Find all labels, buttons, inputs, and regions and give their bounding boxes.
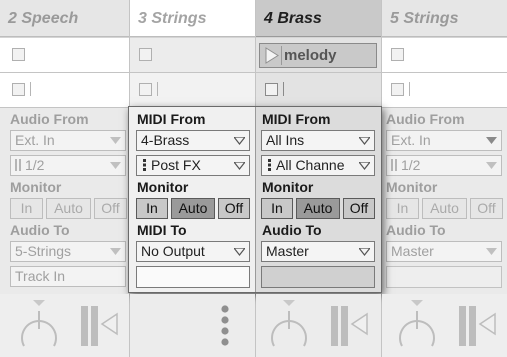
- track-name-4: 4 Brass: [264, 10, 322, 27]
- audio-channel-select[interactable]: 1/2: [386, 155, 502, 176]
- midi-to-channel-select[interactable]: [136, 266, 250, 288]
- audio-to-channel-select[interactable]: [261, 266, 375, 288]
- track-name-2: 2 Speech: [8, 10, 79, 27]
- clip-divider: [281, 46, 282, 65]
- channel-value: Post FX: [151, 157, 201, 173]
- stop-slot-icon[interactable]: [139, 48, 152, 61]
- dropdown-arrow-icon: [359, 162, 370, 170]
- audio-to-select[interactable]: Master: [386, 241, 502, 262]
- separator: [157, 82, 158, 96]
- monitor-in-button[interactable]: In: [10, 198, 43, 219]
- track-in-select[interactable]: [386, 266, 502, 288]
- dropdown-arrow-icon: [359, 137, 370, 145]
- stop-slot-icon[interactable]: [391, 48, 404, 61]
- audio-to-label: Audio To: [262, 222, 322, 238]
- midi-from-label: MIDI From: [137, 111, 206, 127]
- audio-channel-select[interactable]: 1/2: [10, 155, 126, 176]
- audio-from-value: Ext. In: [15, 132, 55, 148]
- midi-to-label: MIDI To: [137, 222, 187, 238]
- midi-from-label: MIDI From: [262, 111, 331, 127]
- monitor-off-button[interactable]: Off: [94, 198, 127, 219]
- audio-to-select[interactable]: Master: [261, 241, 375, 262]
- dropdown-arrow-icon: [234, 162, 245, 170]
- track-name-3: 3 Strings: [138, 10, 207, 27]
- play-icon[interactable]: [264, 47, 280, 64]
- monitor-auto-button[interactable]: Auto: [422, 198, 467, 219]
- separator: [409, 82, 410, 96]
- audio-from-value: Ext. In: [391, 132, 431, 148]
- audio-from-label: Audio From: [386, 111, 465, 127]
- audio-from-select[interactable]: Ext. In: [386, 130, 502, 151]
- audio-to-value: Master: [391, 243, 434, 259]
- audio-to-select[interactable]: 5-Strings: [10, 241, 126, 262]
- monitor-auto-button[interactable]: Auto: [296, 198, 340, 219]
- level-meter-icon[interactable]: [330, 304, 370, 348]
- dropdown-arrow-icon: [486, 248, 497, 255]
- channel-value: 1/2: [401, 157, 421, 173]
- channel-dots-icon: [143, 159, 146, 171]
- popup-divider: [255, 107, 256, 292]
- monitor-auto-button[interactable]: Auto: [171, 198, 215, 219]
- midi-to-value: No Output: [141, 243, 205, 259]
- monitor-in-button[interactable]: In: [136, 198, 168, 219]
- clip-name: melody: [284, 47, 337, 64]
- level-meter-icon[interactable]: [458, 304, 498, 348]
- monitor-in-button[interactable]: In: [261, 198, 293, 219]
- audio-from-label: Audio From: [10, 111, 89, 127]
- monitor-off-button[interactable]: Off: [343, 198, 375, 219]
- monitor-in-button[interactable]: In: [386, 198, 419, 219]
- midi-from-select[interactable]: 4-Brass: [136, 130, 250, 151]
- midi-channel-select[interactable]: All Channe: [261, 155, 375, 176]
- dropdown-arrow-icon: [234, 137, 245, 145]
- monitor-off-button[interactable]: Off: [218, 198, 250, 219]
- audio-from-select[interactable]: Ext. In: [10, 130, 126, 151]
- channel-value: 1/2: [25, 157, 45, 173]
- mixer-strip: [130, 294, 255, 357]
- channel-bars-icon: [391, 159, 397, 171]
- audio-to-label: Audio To: [386, 222, 446, 238]
- dropdown-arrow-icon: [110, 137, 121, 144]
- channel-dots-icon: [268, 159, 271, 171]
- midi-channel-select[interactable]: Post FX: [136, 155, 250, 176]
- dropdown-arrow-icon: [486, 162, 497, 169]
- channel-bars-icon: [15, 159, 21, 171]
- stop-button-icon[interactable]: [139, 83, 152, 96]
- more-dots-icon[interactable]: [220, 304, 230, 348]
- monitor-label: Monitor: [386, 179, 438, 195]
- monitor-label: Monitor: [137, 179, 189, 195]
- audio-to-value: 5-Strings: [15, 243, 72, 259]
- dropdown-arrow-icon: [110, 162, 121, 169]
- stop-button-icon[interactable]: [391, 83, 404, 96]
- pan-knob-icon[interactable]: [396, 300, 438, 352]
- separator: [283, 82, 284, 96]
- dropdown-arrow-icon: [359, 248, 370, 256]
- monitor-label: Monitor: [10, 179, 62, 195]
- pan-knob-icon[interactable]: [268, 300, 310, 352]
- dropdown-arrow-icon: [234, 248, 245, 256]
- monitor-label: Monitor: [262, 179, 314, 195]
- dropdown-arrow-icon: [110, 248, 121, 255]
- track-name-5: 5 Strings: [390, 10, 459, 27]
- pan-knob-icon[interactable]: [18, 300, 60, 352]
- midi-from-value: 4-Brass: [141, 132, 190, 148]
- audio-to-label: Audio To: [10, 222, 70, 238]
- separator: [30, 82, 31, 96]
- dropdown-arrow-icon: [486, 137, 497, 144]
- midi-from-select[interactable]: All Ins: [261, 130, 375, 151]
- audio-to-value: Master: [266, 243, 309, 259]
- stop-button-icon[interactable]: [265, 83, 278, 96]
- stop-slot-icon[interactable]: [12, 48, 25, 61]
- track-in-select[interactable]: Track In: [10, 266, 126, 287]
- stop-button-icon[interactable]: [12, 83, 25, 96]
- channel-value: All Channe: [276, 157, 345, 173]
- monitor-auto-button[interactable]: Auto: [46, 198, 91, 219]
- monitor-off-button[interactable]: Off: [470, 198, 503, 219]
- midi-clip[interactable]: melody: [259, 43, 377, 68]
- midi-to-select[interactable]: No Output: [136, 241, 250, 262]
- midi-from-value: All Ins: [266, 132, 305, 148]
- level-meter-icon[interactable]: [80, 304, 120, 348]
- track-in-value: Track In: [15, 268, 66, 284]
